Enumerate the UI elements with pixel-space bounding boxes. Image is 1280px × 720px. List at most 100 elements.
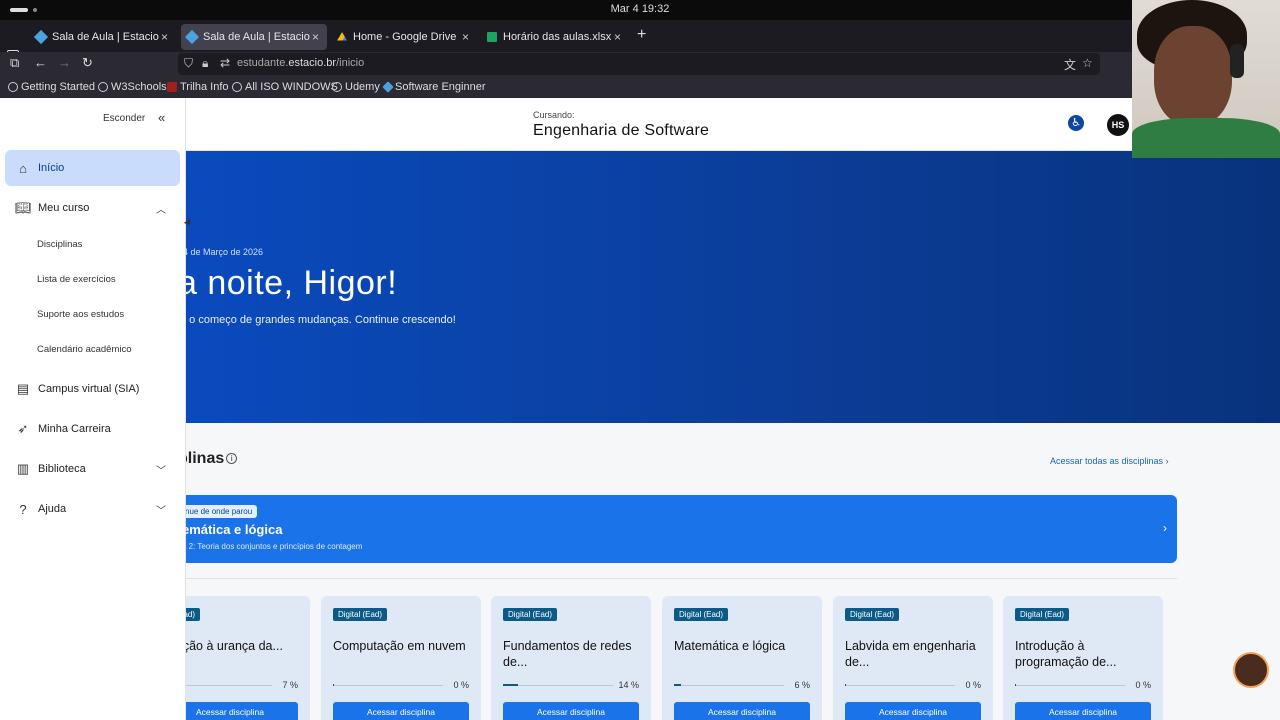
new-tab-button[interactable]: + [637, 26, 646, 44]
bookmark-w3schools[interactable]: W3Schools [98, 81, 167, 93]
modality-badge: Digital (Ead) [333, 608, 388, 621]
address-bar[interactable]: ⛉ 🔒︎ ⇄ estudante.estacio.br/inicio 文 ☆ [178, 53, 1100, 75]
bookmark-all-iso-windows[interactable]: All ISO WINDOWS [232, 81, 338, 93]
discipline-card[interactable]: Digital (Ead) Introdução à programação d… [1003, 596, 1163, 720]
continue-where-left-card[interactable]: nue de onde parou emática e lógica a 2: … [160, 495, 1177, 563]
sidebar-item-label: Campus virtual (SIA) [38, 383, 140, 395]
chat-assistant-avatar[interactable] [1233, 652, 1269, 688]
system-clock[interactable]: Mar 4 19:32 [0, 3, 1280, 15]
sidebar-item-minha-carreira[interactable]: ➶ Minha Carreira [5, 411, 180, 447]
sidebar-subitem-suporte-estudos[interactable]: Suporte aos estudos [37, 309, 124, 320]
home-icon: ⌂ [19, 160, 27, 176]
discipline-card[interactable]: Digital (Ead) Matemática e lógica 6 % Ac… [662, 596, 822, 720]
continue-title: emática e lógica [182, 522, 283, 537]
access-discipline-button[interactable]: Acessar disciplina [1015, 702, 1151, 720]
see-all-disciplines-link[interactable]: Acessar todas as disciplinas › [1050, 456, 1169, 466]
access-discipline-button[interactable]: Acessar disciplina [845, 702, 981, 720]
avatar[interactable]: HS [1107, 114, 1129, 136]
page-content: Cursando: Engenharia de Software ♿︎ HS 4… [0, 98, 1280, 720]
modality-badge: Digital (Ead) [845, 608, 900, 621]
progress-fill [674, 684, 681, 686]
bookmark-label: All ISO WINDOWS [245, 81, 338, 93]
url-domain: estacio.br [288, 57, 337, 69]
bookmark-label: W3Schools [111, 81, 167, 93]
course-title: Engenharia de Software [533, 122, 710, 139]
tab-estacio-1[interactable]: Sala de Aula | Estacio × [30, 24, 176, 50]
modality-badge: Digital (Ead) [1015, 608, 1070, 621]
bookmark-software-enginner[interactable]: Software Enginner [382, 81, 486, 93]
progress-track [333, 684, 443, 686]
sidebar-item-label: Meu curso [38, 202, 90, 214]
sheets-icon [487, 32, 497, 42]
discipline-card[interactable]: Digital (Ead) Labvida em engenharia de..… [833, 596, 993, 720]
discipline-title: Labvida em engenharia de... [845, 639, 976, 669]
translate-icon[interactable]: 文 [1064, 56, 1076, 73]
tab-google-drive[interactable]: Home - Google Drive × [331, 24, 477, 50]
progress-percent: 14 % [618, 680, 639, 690]
close-icon[interactable]: × [614, 30, 621, 44]
discipline-title: Matemática e lógica [674, 639, 786, 653]
close-icon[interactable]: × [312, 30, 319, 44]
url-text[interactable]: estudante.estacio.br/inicio [237, 57, 364, 69]
sidebar-item-meu-curso[interactable]: 📖︎ Meu curso ︿ [5, 190, 180, 226]
chevron-right-icon: › [1163, 521, 1167, 535]
double-chevron-left-icon[interactable]: « [158, 110, 165, 125]
bookmark-star-icon[interactable]: ☆ [1082, 56, 1093, 70]
sidebar-subitem-calendario[interactable]: Calendário acadêmico [37, 344, 132, 355]
browser-tab-strip: Sala de Aula | Estacio × Sala de Aula | … [0, 20, 1280, 61]
extension-icon[interactable]: ⧉ [10, 55, 19, 71]
tab-sheets[interactable]: Horário das aulas.xlsx - Go × [481, 24, 627, 50]
progress-fill [333, 684, 335, 686]
sidebar-item-label: Ajuda [38, 503, 67, 515]
back-icon[interactable]: ← [34, 55, 47, 70]
close-icon[interactable]: × [462, 30, 469, 44]
chevron-down-icon: ﹀ [156, 505, 166, 517]
discipline-card[interactable]: Digital (Ead) Fundamentos de redes de...… [491, 596, 651, 720]
archive-icon: ▤ [16, 381, 30, 396]
access-discipline-button[interactable]: Acessar disciplina [333, 702, 469, 720]
progress-percent: 6 % [794, 680, 810, 690]
forward-icon[interactable]: → [58, 55, 71, 70]
sidebar-item-campus-virtual[interactable]: ▤ Campus virtual (SIA) [5, 371, 180, 407]
progress-track [674, 684, 784, 686]
access-discipline-button[interactable]: Acessar disciplina [674, 702, 810, 720]
progress-track [1015, 684, 1125, 686]
sidebar-item-biblioteca[interactable]: ▥ Biblioteca ﹀ [5, 451, 180, 487]
progress-fill [1015, 684, 1017, 686]
shield-icon[interactable]: ⛉ [184, 56, 193, 71]
webcam-person-shirt [1132, 118, 1280, 158]
banner-date: 4 de Março de 2026 [183, 247, 264, 257]
discipline-title: Computação em nuvem [333, 639, 466, 653]
bookmark-getting-started[interactable]: Getting Started [8, 81, 95, 93]
sidebar-item-ajuda[interactable]: ? Ajuda ﹀ [5, 491, 180, 527]
system-top-bar: Mar 4 19:32 [0, 0, 1280, 20]
sidebar-item-inicio[interactable]: ⌂ Início [5, 150, 180, 186]
bookmark-label: Udemy [345, 81, 380, 93]
modality-badge: Digital (Ead) [503, 608, 558, 621]
sidebar-subitem-disciplinas[interactable]: Disciplinas [37, 239, 82, 250]
chevron-down-icon: ﹀ [156, 465, 166, 477]
tab-label: Horário das aulas.xlsx - Go [503, 31, 615, 43]
permissions-icon[interactable]: ⇄ [220, 56, 230, 70]
webcam-overlay [1132, 0, 1280, 158]
tab-estacio-2[interactable]: Sala de Aula | Estacio × [181, 24, 327, 50]
accessibility-icon[interactable]: ♿︎ [1068, 115, 1084, 131]
webcam-person-face [1154, 26, 1232, 126]
bookmark-udemy[interactable]: Udemy [332, 81, 380, 93]
hide-sidebar-button[interactable]: Esconder [103, 113, 145, 124]
access-discipline-button[interactable]: Acessar disciplina [503, 702, 639, 720]
sidebar-subitem-lista-exercicios[interactable]: Lista de exercícios [37, 274, 116, 285]
reload-icon[interactable]: ↻ [82, 55, 93, 71]
continue-tag: nue de onde parou [180, 505, 258, 518]
info-icon[interactable]: i [226, 453, 238, 465]
modality-badge: Digital (Ead) [674, 608, 729, 621]
progress-track [503, 684, 613, 686]
lock-icon[interactable]: 🔒︎ [202, 56, 208, 71]
bookmark-trilha-info[interactable]: Trilha Info [167, 81, 229, 93]
globe-icon [98, 82, 108, 92]
progress-percent: 0 % [1135, 680, 1151, 690]
close-icon[interactable]: × [161, 30, 168, 44]
globe-icon [8, 82, 18, 92]
discipline-card[interactable]: Digital (Ead) Computação em nuvem 0 % Ac… [321, 596, 481, 720]
progress-track [845, 684, 955, 686]
